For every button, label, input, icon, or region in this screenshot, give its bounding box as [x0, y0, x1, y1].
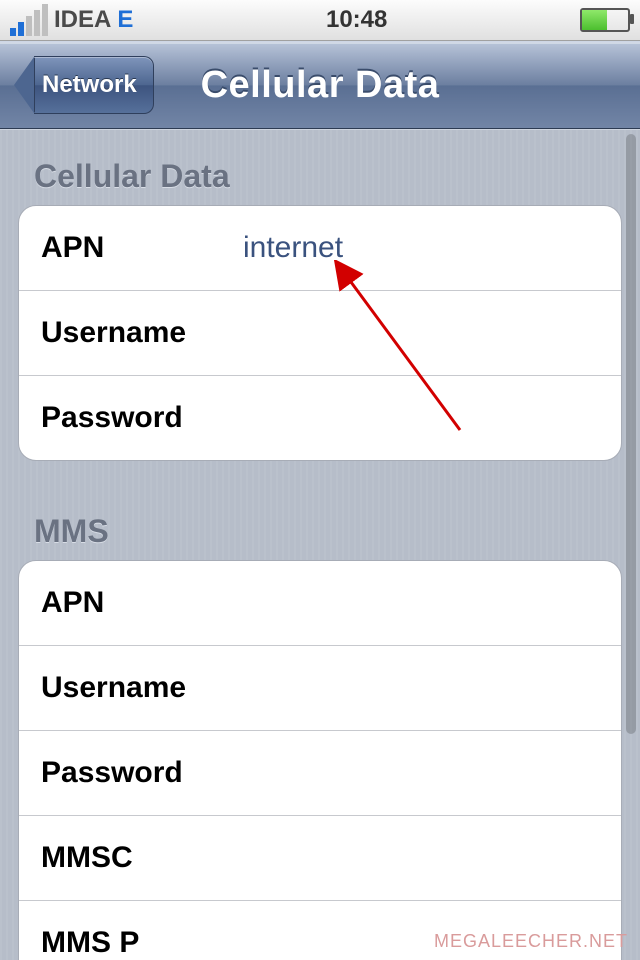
- input-mms-apn[interactable]: [241, 585, 622, 621]
- group-mms: APN Username Password MMSC MMS P: [18, 560, 622, 960]
- input-cellular-password[interactable]: [241, 400, 622, 436]
- label-mms-mmsc: MMSC: [41, 841, 221, 875]
- section-header-mms: MMS: [0, 485, 640, 560]
- input-mms-mmsc[interactable]: [241, 840, 622, 876]
- back-arrow-icon: [14, 57, 34, 113]
- label-mms-username: Username: [41, 671, 221, 705]
- status-bar: IDEA E 10:48: [0, 0, 640, 41]
- page-title: Cellular Data: [201, 64, 440, 107]
- row-cellular-password[interactable]: Password: [19, 376, 621, 460]
- label-mms-password: Password: [41, 756, 221, 790]
- back-button-label: Network: [34, 56, 154, 114]
- row-mms-apn[interactable]: APN: [19, 561, 621, 646]
- section-header-cellular-data: Cellular Data: [0, 130, 640, 205]
- row-cellular-username[interactable]: Username: [19, 291, 621, 376]
- label-cellular-password: Password: [41, 401, 221, 435]
- battery-icon: [580, 8, 630, 32]
- label-mms-proxy: MMS P: [41, 926, 221, 960]
- clock-label: 10:48: [326, 6, 387, 34]
- back-button[interactable]: Network: [14, 57, 154, 113]
- input-mms-username[interactable]: [241, 670, 622, 706]
- input-mms-password[interactable]: [241, 755, 622, 791]
- row-cellular-apn[interactable]: APN: [19, 206, 621, 291]
- watermark-label: MEGALEECHER.NET: [434, 931, 628, 952]
- row-mms-username[interactable]: Username: [19, 646, 621, 731]
- network-type-label: E: [117, 6, 133, 34]
- group-cellular-data: APN Username Password: [18, 205, 622, 461]
- input-cellular-username[interactable]: [241, 315, 622, 351]
- navigation-bar: Network Cellular Data: [0, 41, 640, 129]
- input-cellular-apn[interactable]: [241, 230, 622, 266]
- signal-strength-icon: [10, 4, 48, 36]
- label-mms-apn: APN: [41, 586, 221, 620]
- scroll-indicator: [626, 134, 636, 734]
- label-cellular-apn: APN: [41, 231, 221, 265]
- row-mms-password[interactable]: Password: [19, 731, 621, 816]
- row-mms-mmsc[interactable]: MMSC: [19, 816, 621, 901]
- status-left: IDEA E: [10, 4, 133, 36]
- label-cellular-username: Username: [41, 316, 221, 350]
- settings-scroll-area[interactable]: Cellular Data APN Username Password MMS …: [0, 129, 640, 960]
- carrier-label: IDEA: [54, 6, 111, 34]
